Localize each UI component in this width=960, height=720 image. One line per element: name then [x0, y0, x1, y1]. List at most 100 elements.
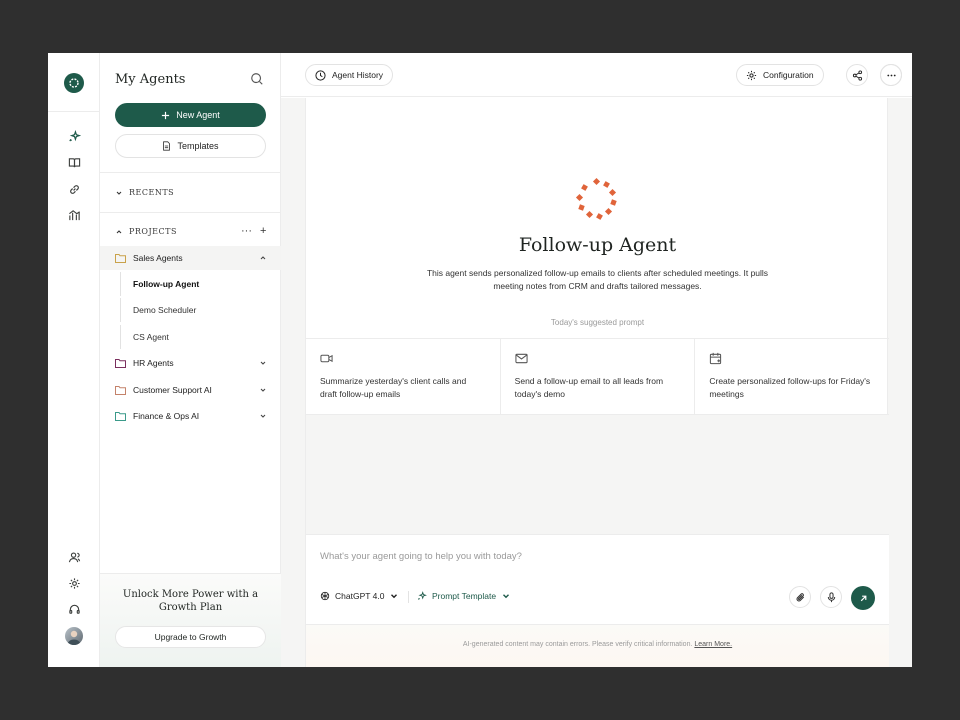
chevron-up-icon	[116, 229, 122, 233]
agent-item-follow-up[interactable]: Follow-up Agent	[120, 272, 270, 296]
agent-logo-icon	[575, 177, 617, 220]
chat-area	[306, 415, 889, 534]
suggestion-card[interactable]: Summarize yesterday's client calls and d…	[306, 339, 501, 414]
suggestion-cards: Summarize yesterday's client calls and d…	[306, 338, 889, 415]
folder-icon	[115, 359, 126, 368]
microphone-icon	[827, 591, 835, 602]
app-window: My Agents New Agent Templates RECENTS PR…	[48, 53, 912, 667]
project-hr-agents[interactable]: HR Agents	[100, 351, 281, 375]
analytics-icon[interactable]	[64, 205, 84, 225]
headset-icon[interactable]	[64, 599, 84, 619]
folder-icon	[115, 254, 126, 263]
openai-icon	[320, 591, 330, 601]
agent-panel: Follow-up Agent This agent sends persona…	[305, 98, 889, 667]
divider	[100, 172, 281, 173]
configuration-button[interactable]: Configuration	[736, 64, 824, 86]
user-avatar[interactable]	[65, 627, 83, 645]
send-button[interactable]	[851, 586, 875, 610]
app-logo-icon[interactable]	[64, 73, 84, 93]
more-options-button-ring	[880, 64, 902, 86]
project-label: HR Agents	[133, 358, 174, 368]
project-customer-support-ai[interactable]: Customer Support AI	[100, 378, 281, 402]
main-area: Agent History Configuration Follow-up Ag…	[281, 53, 912, 667]
clock-icon	[315, 69, 326, 81]
agent-item-cs-agent[interactable]: CS Agent	[120, 325, 270, 349]
prompt-input[interactable]	[320, 549, 860, 563]
search-icon[interactable]	[250, 72, 266, 88]
top-bar: Agent History Configuration	[281, 53, 912, 97]
new-agent-button[interactable]: New Agent	[115, 103, 266, 127]
promo-title: Unlock More Power with a Growth Plan	[122, 589, 259, 613]
divider	[100, 212, 281, 213]
projects-label: PROJECTS	[129, 227, 177, 236]
arrow-up-right-icon	[860, 595, 866, 601]
folder-icon	[115, 412, 126, 421]
model-label: ChatGPT 4.0	[335, 591, 385, 601]
document-icon	[163, 141, 171, 151]
project-label: Finance & Ops AI	[133, 411, 200, 421]
share-button[interactable]	[846, 64, 868, 86]
sparkle-icon	[418, 591, 427, 600]
video-icon	[320, 354, 333, 363]
disclaimer-text: AI-generated content may contain errors.…	[462, 641, 693, 648]
icon-rail	[48, 53, 100, 667]
project-sales-agents[interactable]: Sales Agents	[100, 246, 281, 270]
share-icon	[852, 69, 862, 81]
calendar-icon	[710, 352, 722, 365]
chevron-down-icon	[391, 594, 398, 599]
recents-header[interactable]: RECENTS	[115, 188, 174, 197]
model-selector[interactable]: ChatGPT 4.0	[320, 591, 399, 601]
suggestion-text: Create personalized follow-ups for Frida…	[709, 376, 871, 399]
users-icon[interactable]	[64, 547, 84, 567]
configuration-label: Configuration	[763, 70, 814, 80]
upgrade-button[interactable]: Upgrade to Growth	[115, 626, 266, 648]
recents-label: RECENTS	[129, 188, 175, 197]
mail-icon	[515, 353, 528, 364]
more-icon[interactable]: ···	[241, 226, 252, 237]
plus-icon	[162, 111, 170, 119]
chevron-down-icon[interactable]	[259, 359, 267, 367]
sidebar-title: My Agents	[115, 72, 186, 87]
learn-more-link[interactable]: Learn More.	[694, 641, 732, 648]
prompt-template-selector[interactable]: Prompt Template	[417, 591, 511, 601]
agents-sidebar: My Agents New Agent Templates RECENTS PR…	[100, 53, 281, 667]
chevron-down-icon[interactable]	[259, 412, 267, 420]
folder-icon	[115, 386, 126, 395]
templates-label: Templates	[177, 141, 219, 151]
suggestion-card[interactable]: Create personalized follow-ups for Frida…	[695, 339, 889, 414]
gear-icon	[746, 70, 757, 80]
chevron-down-icon[interactable]	[259, 386, 267, 394]
chevron-down-icon	[503, 594, 510, 599]
paperclip-icon	[796, 592, 804, 601]
settings-icon[interactable]	[64, 573, 84, 593]
agent-item-demo-scheduler[interactable]: Demo Scheduler	[120, 298, 270, 322]
add-project-icon[interactable]: +	[260, 226, 266, 237]
project-actions: ··· +	[241, 226, 266, 237]
book-icon[interactable]	[64, 152, 84, 172]
project-label: Sales Agents	[133, 253, 183, 263]
chevron-up-icon[interactable]	[259, 254, 267, 262]
microphone-button[interactable]	[820, 586, 842, 608]
projects-header[interactable]: PROJECTS	[115, 227, 177, 236]
project-label: Customer Support AI	[133, 385, 212, 395]
agent-description: This agent sends personalized follow-up …	[426, 268, 769, 291]
suggested-prompt-label: Today's suggested prompt	[550, 318, 645, 327]
new-agent-label: New Agent	[176, 110, 220, 120]
templates-button[interactable]: Templates	[115, 134, 266, 158]
link-icon[interactable]	[64, 179, 84, 199]
attach-button[interactable]	[789, 586, 811, 608]
suggestion-text: Summarize yesterday's client calls and d…	[320, 376, 467, 399]
chevron-down-icon	[116, 191, 122, 195]
agent-title: Follow-up Agent	[518, 234, 677, 256]
sparkle-icon[interactable]	[64, 126, 84, 146]
disclaimer: AI-generated content may contain errors.…	[306, 641, 889, 648]
suggestion-card[interactable]: Send a follow-up email to all leads from…	[501, 339, 696, 414]
project-finance-ops-ai[interactable]: Finance & Ops AI	[100, 404, 281, 428]
divider	[408, 591, 409, 603]
prompt-template-label: Prompt Template	[432, 591, 497, 601]
prompt-composer: ChatGPT 4.0 Prompt Template	[306, 534, 889, 625]
content-canvas: Follow-up Agent This agent sends persona…	[281, 98, 912, 667]
agent-history-label: Agent History	[332, 70, 384, 80]
agent-history-button[interactable]: Agent History	[305, 64, 394, 86]
suggestion-text: Send a follow-up email to all leads from…	[514, 376, 664, 399]
